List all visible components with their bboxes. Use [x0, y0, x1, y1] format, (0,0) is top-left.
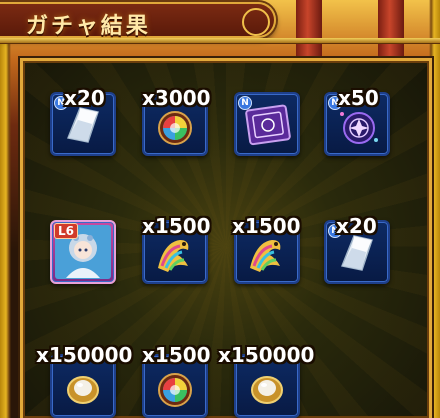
- ticket-icon: [245, 104, 291, 146]
- background-pillar: [296, 0, 322, 60]
- item-count: x1500: [232, 214, 301, 238]
- item-count: x150000: [36, 343, 133, 367]
- banner-rail: [0, 38, 440, 44]
- item-count: x20: [336, 214, 377, 238]
- result-item-character[interactable]: L6: [50, 220, 116, 284]
- page-title: ガチャ結果: [26, 14, 151, 39]
- item-count: x150000: [218, 343, 315, 367]
- item-count: x50: [338, 86, 379, 110]
- result-item-ticket[interactable]: N: [234, 92, 300, 156]
- item-count: x1500: [142, 343, 211, 367]
- gacha-result-screen: ガチャ結果 N x20 x3000 N N x50 L6 x1500 x1500…: [0, 0, 440, 418]
- item-count: x1500: [142, 214, 211, 238]
- character-level-badge: L6: [54, 223, 78, 239]
- background-pillar: [378, 0, 404, 60]
- title-banner: ガチャ結果: [0, 2, 276, 39]
- item-count: x3000: [142, 86, 211, 110]
- item-count: x20: [64, 86, 105, 110]
